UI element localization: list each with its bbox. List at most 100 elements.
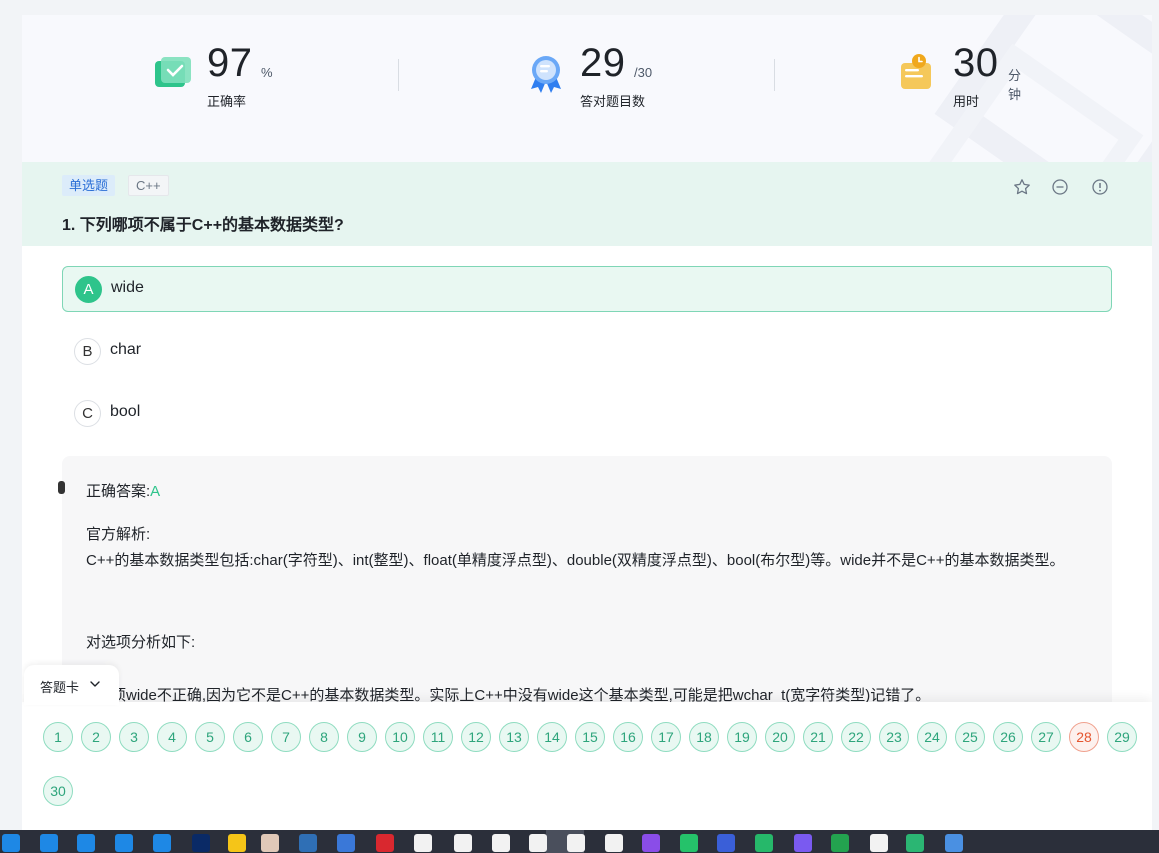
option-text: wide (111, 279, 144, 296)
edge-icon[interactable] (153, 834, 171, 852)
option-a[interactable]: A wide (62, 266, 1112, 312)
answer-card-label: 答题卡 (40, 680, 80, 695)
question-number-button[interactable]: 19 (727, 722, 757, 752)
app-icon[interactable] (2, 834, 20, 852)
chevron-down-icon (90, 681, 100, 687)
option-letter: A (75, 276, 102, 303)
question-number-button[interactable]: 5 (195, 722, 225, 752)
edge-icon[interactable] (77, 834, 95, 852)
question-number-button[interactable]: 7 (271, 722, 301, 752)
qq-icon[interactable] (414, 834, 432, 852)
stats-header: 97 % 正确率 29 /30 答对题目数 30 分钟 用时 (22, 15, 1152, 162)
question-number-button[interactable]: 20 (765, 722, 795, 752)
question-number-button[interactable]: 3 (119, 722, 149, 752)
question-number-button[interactable]: 30 (43, 776, 73, 806)
correct-answer-label: 正确答案: (86, 483, 151, 500)
question-type-tag: 单选题 (62, 175, 116, 196)
question-number-button[interactable]: 18 (689, 722, 719, 752)
option-c[interactable]: C bool (62, 390, 1112, 436)
mx-icon[interactable] (299, 834, 317, 852)
time-unit: 分钟 (1008, 68, 1022, 102)
app-icon[interactable] (794, 834, 812, 852)
correct-answer-line: 正确答案:A (86, 480, 160, 501)
pycharm-icon[interactable] (228, 834, 246, 852)
question-number-button[interactable]: 23 (879, 722, 909, 752)
question-number-button[interactable]: 12 (461, 722, 491, 752)
question-number-button[interactable]: 11 (423, 722, 453, 752)
question-number-button[interactable]: 28 (1069, 722, 1099, 752)
explanation-label: 官方解析: (86, 526, 151, 543)
clock-note-icon (901, 54, 931, 89)
correct-value: 29 (580, 41, 626, 85)
accuracy-unit: % (261, 65, 273, 80)
question-number-button[interactable]: 10 (385, 722, 415, 752)
question-number-button[interactable]: 13 (499, 722, 529, 752)
question-number-button[interactable]: 2 (81, 722, 111, 752)
accuracy-label: 正确率 (207, 94, 247, 109)
question-number-button[interactable]: 16 (613, 722, 643, 752)
question-number-button[interactable]: 22 (841, 722, 871, 752)
language-tag: C++ (128, 175, 169, 196)
divider (398, 59, 399, 91)
question-number-button[interactable]: 29 (1107, 722, 1137, 752)
question-number-button[interactable]: 17 (651, 722, 681, 752)
option-analysis-label: 对选项分析如下: (86, 634, 196, 651)
app-icon[interactable] (717, 834, 735, 852)
qq-icon[interactable] (870, 834, 888, 852)
option-text: char (110, 341, 142, 358)
question-number-button[interactable]: 4 (157, 722, 187, 752)
qq-icon[interactable] (567, 834, 585, 852)
alert-circle-icon[interactable] (1091, 178, 1109, 196)
photoshop-icon[interactable] (192, 834, 210, 852)
question-number-button[interactable]: 27 (1031, 722, 1061, 752)
chat-icon[interactable] (680, 834, 698, 852)
app-icon[interactable] (945, 834, 963, 852)
award-badge-icon (531, 56, 561, 93)
edge-icon[interactable] (40, 834, 58, 852)
correct-unit: /30 (634, 65, 653, 80)
star-icon[interactable] (1013, 178, 1031, 196)
qq-icon[interactable] (454, 834, 472, 852)
question-header: 单选题 C++ 1. 下列哪项不属于C++的基本数据类型? (22, 162, 1152, 246)
avatar-icon[interactable] (261, 834, 279, 852)
bullet-marker (58, 481, 65, 494)
app-icon[interactable] (337, 834, 355, 852)
edge-icon[interactable] (115, 834, 133, 852)
correct-label: 答对题目数 (580, 94, 646, 109)
question-title: 1. 下列哪项不属于C++的基本数据类型? (62, 217, 344, 234)
question-number-button[interactable]: 8 (309, 722, 339, 752)
time-label: 用时 (953, 94, 980, 109)
answer-card-tab[interactable]: 答题卡 (24, 665, 119, 705)
option-b[interactable]: B char (62, 328, 1112, 374)
question-number-button[interactable]: 26 (993, 722, 1023, 752)
question-number-button[interactable]: 1 (43, 722, 73, 752)
question-number-button[interactable]: 9 (347, 722, 377, 752)
question-number-button[interactable]: 14 (537, 722, 567, 752)
option-letter: B (74, 338, 101, 365)
qq-icon[interactable] (529, 834, 547, 852)
divider (774, 59, 775, 91)
qq-icon[interactable] (492, 834, 510, 852)
accuracy-value: 97 (207, 41, 253, 85)
option-letter: C (74, 400, 101, 427)
question-number-button[interactable]: 24 (917, 722, 947, 752)
app-icon[interactable] (831, 834, 849, 852)
time-value: 30 (953, 41, 999, 85)
minus-circle-icon[interactable] (1051, 178, 1069, 196)
result-page: 97 % 正确率 29 /30 答对题目数 30 分钟 用时 单选题 C++ 1… (22, 15, 1152, 830)
answer-card-panel: 1 2 3 4 5 6 7 8 9 10 11 12 13 14 15 16 17 18 19 20 21 22 23 24 2… (22, 702, 1152, 830)
question-number-button[interactable]: 15 (575, 722, 605, 752)
question-number-button[interactable]: 21 (803, 722, 833, 752)
correct-answer-value: A (150, 483, 161, 500)
os-taskbar (0, 830, 1159, 853)
wps-icon[interactable] (376, 834, 394, 852)
check-card-icon (155, 57, 191, 87)
question-number-button[interactable]: 6 (233, 722, 263, 752)
question-number-button[interactable]: 25 (955, 722, 985, 752)
qq-icon[interactable] (605, 834, 623, 852)
app-icon[interactable] (755, 834, 773, 852)
option-text: bool (110, 403, 141, 420)
qc-icon[interactable] (906, 834, 924, 852)
explanation-text: C++的基本数据类型包括:char(字符型)、int(整型)、float(单精度… (86, 552, 1065, 569)
app-icon[interactable] (642, 834, 660, 852)
